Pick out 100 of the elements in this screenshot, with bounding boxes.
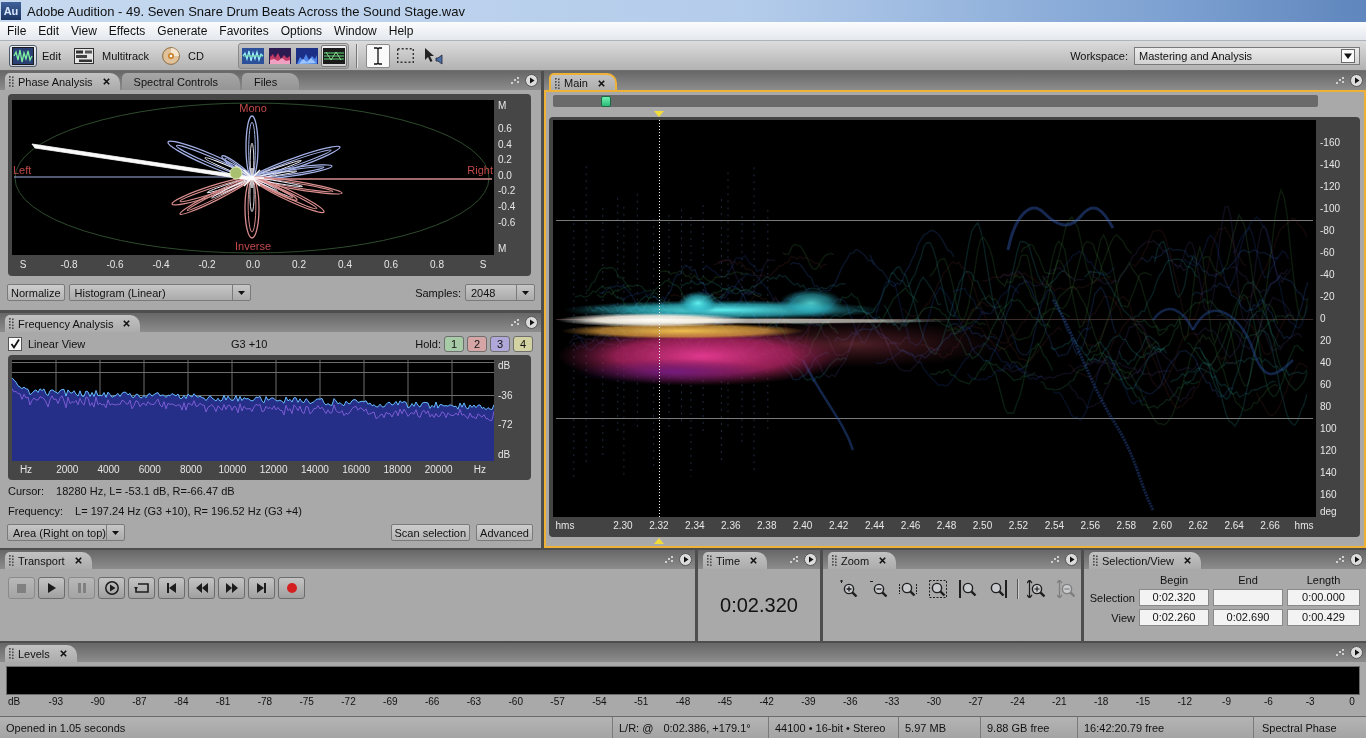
grip-icon[interactable]: [9, 648, 14, 659]
grip-icon[interactable]: [511, 319, 520, 326]
panel-menu-icon[interactable]: [1350, 646, 1363, 659]
caret-icon[interactable]: [237, 290, 245, 295]
panel-tab[interactable]: Transport: [5, 552, 92, 569]
menu-item[interactable]: Options: [274, 23, 329, 39]
panel-menu-icon[interactable]: [1065, 553, 1078, 566]
menu-item[interactable]: Effects: [102, 23, 152, 39]
caret-icon[interactable]: [1341, 48, 1355, 63]
fast-forward-button[interactable]: [218, 577, 245, 599]
close-icon[interactable]: [879, 557, 887, 564]
axis-tick-label: 0.2: [498, 153, 513, 168]
panel-menu-icon[interactable]: [1350, 74, 1363, 87]
axis-tick-label: -100: [1320, 202, 1341, 216]
go-to-start-button[interactable]: [158, 577, 185, 599]
grip-icon[interactable]: [707, 555, 712, 566]
close-icon[interactable]: [597, 79, 605, 87]
panel-tab[interactable]: Selection/View: [1089, 552, 1201, 569]
time-field[interactable]: 0:00.000: [1287, 589, 1360, 606]
grip-icon[interactable]: [1093, 555, 1098, 566]
close-icon[interactable]: [1183, 557, 1191, 564]
play-button[interactable]: [38, 577, 65, 599]
panel-tab[interactable]: Frequency Analysis: [5, 315, 141, 332]
grip-icon[interactable]: [9, 555, 14, 566]
overview-handle[interactable]: [601, 95, 611, 107]
linear-view-checkbox[interactable]: [8, 337, 22, 351]
panel-tab[interactable]: Levels: [5, 645, 77, 662]
panel-menu-icon[interactable]: [1350, 553, 1363, 566]
axis-tick-label: -60: [507, 696, 524, 707]
close-icon[interactable]: [750, 557, 758, 564]
axis-tick-label: 0.0: [245, 258, 261, 270]
panel-menu-icon[interactable]: [525, 74, 538, 87]
grip-icon[interactable]: [1336, 556, 1345, 563]
panel-button[interactable]: Advanced: [476, 524, 533, 541]
time-field[interactable]: 0:02.320: [1139, 589, 1209, 606]
grip-icon[interactable]: [1336, 649, 1345, 656]
grip-icon[interactable]: [511, 77, 520, 84]
menu-item[interactable]: Favorites: [213, 23, 275, 39]
grip-icon[interactable]: [555, 77, 560, 89]
graph-style-dropdown[interactable]: Area (Right on top): [7, 524, 125, 541]
caret-icon[interactable]: [522, 290, 529, 295]
menu-item[interactable]: Window: [328, 23, 383, 39]
hold-button[interactable]: 4: [513, 336, 533, 352]
axis-tick-label: -0.6: [105, 258, 125, 270]
display-mode-dropdown[interactable]: Histogram (Linear): [68, 284, 251, 301]
i-beam-icon: [372, 46, 383, 65]
close-icon[interactable]: [74, 557, 82, 564]
hold-button[interactable]: 3: [490, 336, 510, 352]
axis-tick-label: -140: [1320, 158, 1341, 172]
go-to-end-button[interactable]: [248, 577, 275, 599]
cd-mode-button[interactable]: CD: [159, 43, 204, 68]
menu-item[interactable]: File: [1, 23, 33, 39]
panel-tab[interactable]: Spectral Controls: [121, 73, 240, 90]
panel-menu-icon[interactable]: [525, 316, 538, 329]
panel-tab[interactable]: Phase Analysis: [5, 73, 120, 90]
menu-item[interactable]: View: [65, 23, 103, 39]
hold-button[interactable]: 2: [467, 336, 487, 352]
time-selection-tool-button[interactable]: [365, 43, 390, 68]
grip-icon[interactable]: [1336, 77, 1345, 84]
panel-tab[interactable]: Zoom: [828, 552, 897, 569]
hold-button[interactable]: 1: [444, 336, 464, 352]
time-field[interactable]: 0:02.260: [1139, 609, 1209, 626]
grip-icon[interactable]: [790, 556, 799, 563]
close-icon[interactable]: [59, 650, 67, 657]
workspace-dropdown[interactable]: Mastering and Analysis: [1134, 46, 1360, 65]
panel-menu-icon[interactable]: [804, 553, 817, 566]
spectral-phase-view-button[interactable]: [320, 44, 347, 67]
rewind-button[interactable]: [188, 577, 215, 599]
close-icon[interactable]: [123, 320, 131, 327]
samples-dropdown[interactable]: 2048: [465, 284, 535, 301]
vertical-zoom-out-icon: [1057, 580, 1076, 598]
axis-tick-label: 2.32: [648, 519, 670, 531]
axis-tick-label: -9: [1221, 696, 1232, 707]
time-field[interactable]: [1213, 589, 1283, 606]
caret-icon[interactable]: [111, 530, 119, 535]
normalize-button[interactable]: Normalize: [7, 284, 65, 301]
close-icon[interactable]: [102, 78, 110, 85]
grip-icon[interactable]: [832, 555, 837, 566]
panel-menu-icon[interactable]: [679, 553, 692, 566]
waveform-icon: [241, 47, 264, 64]
panel-tab[interactable]: Files: [242, 73, 300, 90]
menu-item[interactable]: Generate: [151, 23, 214, 39]
panel-button[interactable]: Scan selection: [390, 524, 471, 541]
menu-item[interactable]: Help: [382, 23, 420, 39]
column-header: Begin: [1158, 574, 1190, 586]
multitrack-mode-button[interactable]: Multitrack: [70, 43, 150, 68]
loop-button[interactable]: [128, 577, 155, 599]
play-to-end-button[interactable]: [98, 577, 125, 599]
grip-icon[interactable]: [9, 318, 14, 329]
play-icon: [47, 583, 56, 593]
edit-mode-button[interactable]: Edit: [9, 43, 61, 68]
panel-tab[interactable]: Main: [549, 73, 617, 91]
time-field[interactable]: 0:00.429: [1287, 609, 1360, 626]
grip-icon[interactable]: [9, 76, 14, 87]
grip-icon[interactable]: [665, 556, 674, 563]
time-field[interactable]: 0:02.690: [1213, 609, 1283, 626]
grip-icon[interactable]: [1051, 556, 1060, 563]
panel-tab[interactable]: Time: [703, 552, 768, 569]
menu-item[interactable]: Edit: [32, 23, 66, 39]
axis-tick-label: 0.0: [498, 168, 513, 183]
